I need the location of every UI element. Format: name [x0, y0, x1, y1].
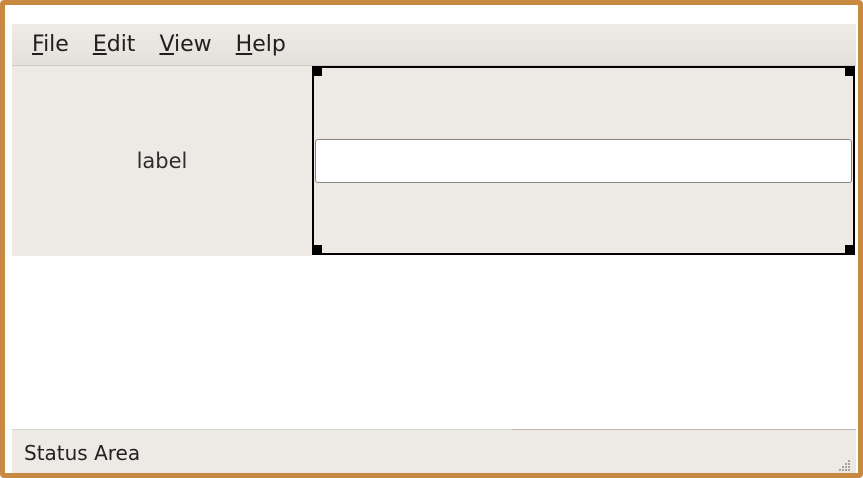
- menu-edit-label: dit: [106, 32, 136, 57]
- menu-help-mnemonic: H: [235, 32, 253, 57]
- status-separator: [512, 429, 856, 430]
- resize-grip-icon[interactable]: [836, 457, 852, 473]
- menu-view-mnemonic: V: [159, 32, 175, 57]
- status-bar: Status Area: [12, 429, 856, 473]
- menu-file-mnemonic: F: [32, 32, 44, 57]
- selected-entry-cell[interactable]: [312, 66, 855, 255]
- menu-file-label: ile: [43, 32, 69, 57]
- menu-bar: File Edit View Help: [12, 24, 856, 66]
- resize-handle-top-right[interactable]: [845, 66, 855, 76]
- menu-help[interactable]: Help: [224, 24, 298, 65]
- resize-handle-bottom-right[interactable]: [845, 245, 855, 255]
- menu-help-label: elp: [252, 32, 286, 57]
- label-text: label: [136, 149, 188, 173]
- menu-view-label: iew: [174, 32, 212, 57]
- resize-handle-top-left[interactable]: [312, 66, 322, 76]
- menu-edit-mnemonic: E: [92, 32, 107, 57]
- menu-file[interactable]: File: [12, 24, 81, 65]
- resize-handle-bottom-left[interactable]: [312, 245, 322, 255]
- text-entry[interactable]: [315, 139, 852, 183]
- app-window: File Edit View Help label Status Area: [0, 0, 863, 478]
- menu-edit[interactable]: Edit: [81, 24, 148, 65]
- menu-view[interactable]: View: [147, 24, 223, 65]
- status-text: Status Area: [24, 441, 141, 465]
- label-cell: label: [12, 66, 312, 256]
